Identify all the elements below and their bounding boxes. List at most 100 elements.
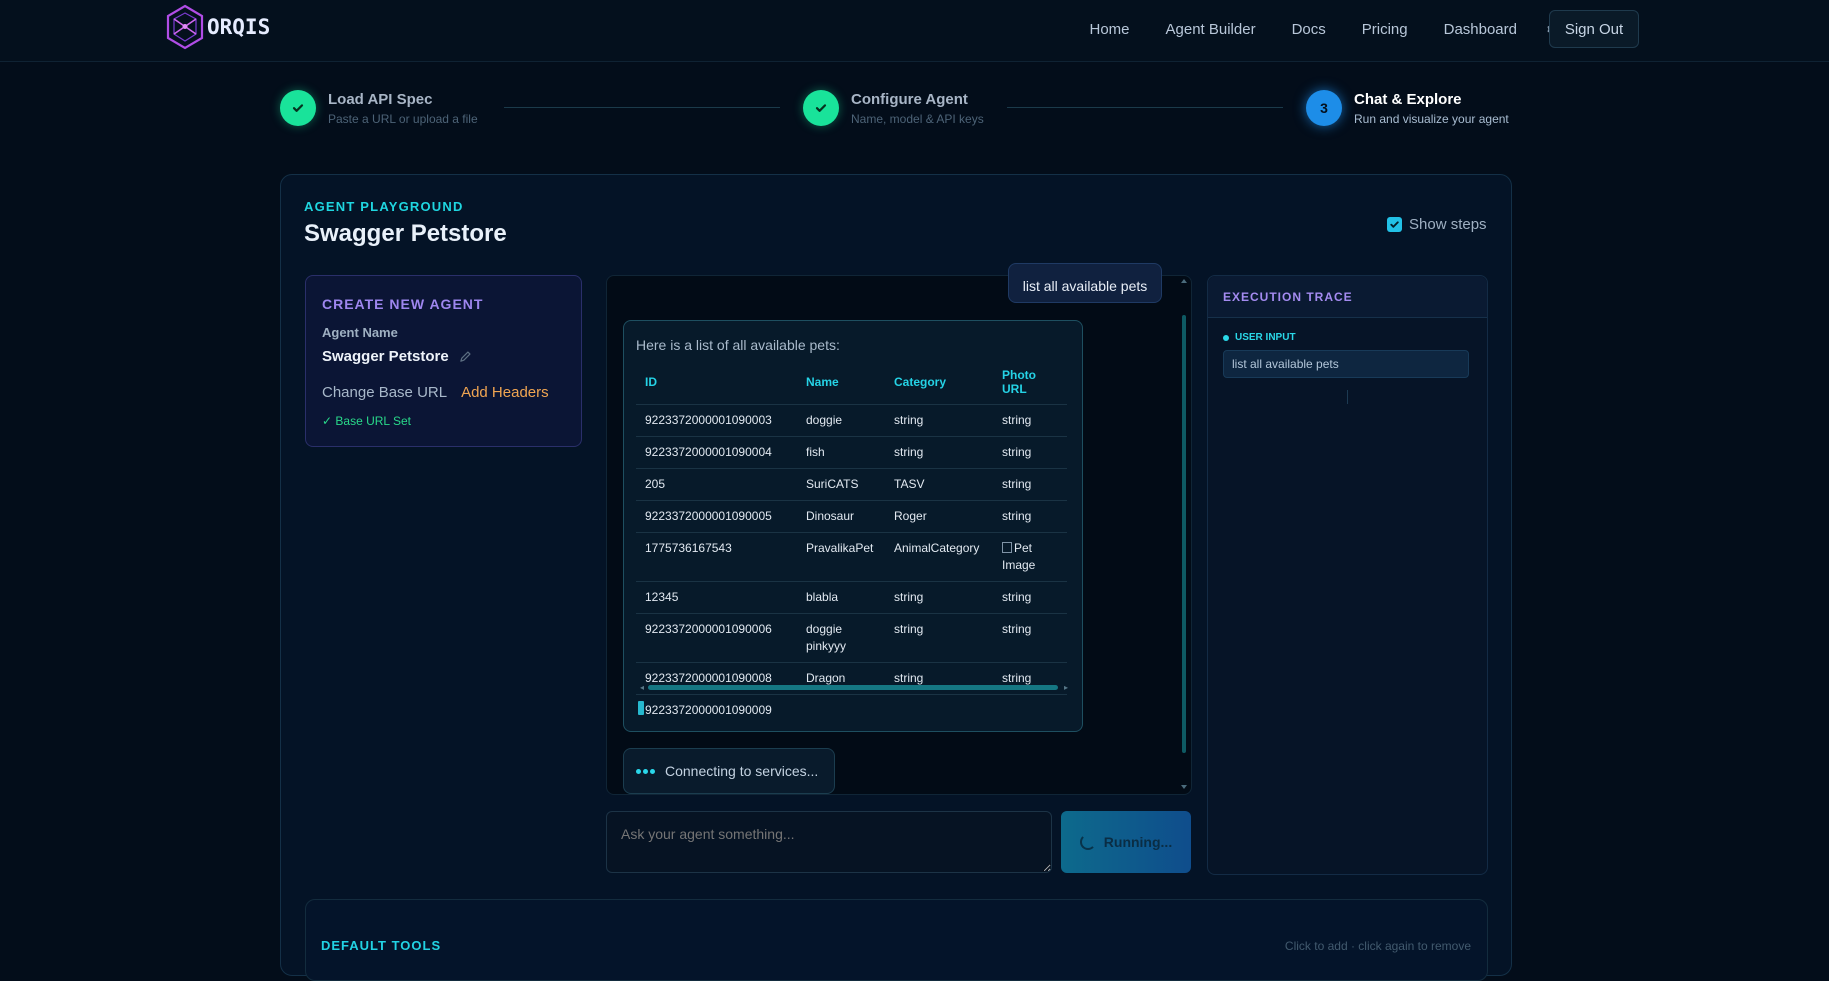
sign-out-button[interactable]: Sign Out	[1549, 10, 1639, 48]
bullet-dot-icon	[1223, 334, 1229, 341]
broken-image-icon	[1002, 542, 1012, 553]
chat-input[interactable]	[606, 811, 1052, 873]
top-navbar: ORQIS Home Agent Builder Docs Pricing Da…	[0, 0, 1829, 62]
cell-name: PravalikaPet	[797, 532, 885, 582]
cell-name: SuriCATS	[797, 468, 885, 501]
nav-pricing[interactable]: Pricing	[1362, 21, 1408, 38]
nav-dashboard[interactable]: Dashboard	[1444, 21, 1517, 38]
create-agent-card: CREATE NEW AGENT Agent Name Swagger Pets…	[305, 275, 582, 447]
cell-category: string	[885, 436, 993, 469]
cell-id: 9223372000001090005	[636, 500, 797, 533]
cell-category	[885, 694, 993, 726]
default-tools-heading: DEFAULT TOOLS	[321, 938, 442, 953]
step-chat-explore: 3 Chat & Explore Run and visualize your …	[1306, 90, 1509, 126]
nav-docs[interactable]: Docs	[1292, 21, 1326, 38]
run-button-label: Running...	[1103, 834, 1173, 850]
column-header-photo-url: Photo URL	[1002, 368, 1036, 396]
step-subtitle: Paste a URL or upload a file	[328, 112, 478, 126]
cell-id: 205	[636, 468, 797, 501]
step-title: Configure Agent	[851, 91, 968, 108]
table-row: 9223372000001090006 doggie pinkyyy strin…	[636, 613, 1067, 663]
cell-photo-url: string	[993, 500, 1067, 533]
change-base-url-link[interactable]: Change Base URL	[322, 384, 447, 401]
step-configure-agent: Configure Agent Name, model & API keys	[803, 90, 984, 126]
user-input-value: list all available pets	[1223, 350, 1469, 378]
agent-name-label: Agent Name	[322, 325, 398, 340]
default-tools-panel: DEFAULT TOOLS Click to add · click again…	[305, 899, 1488, 981]
cell-category: TASV	[885, 468, 993, 501]
cell-name: blabla	[797, 581, 885, 614]
step-number-badge: 3	[1306, 90, 1342, 126]
cell-photo-url: Pet Image	[993, 532, 1067, 582]
cell-category: string	[885, 613, 993, 663]
cell-id: 9223372000001090003	[636, 404, 797, 437]
orqis-logo-icon	[166, 4, 204, 50]
show-steps-toggle[interactable]: Show steps	[1387, 216, 1487, 233]
cell-id: 9223372000001090009	[636, 694, 797, 726]
step-subtitle: Name, model & API keys	[851, 112, 984, 126]
run-button[interactable]: Running...	[1061, 811, 1191, 873]
cell-name: fish	[797, 436, 885, 469]
table-row: 1775736167543 PravalikaPet AnimalCategor…	[636, 532, 1067, 582]
column-header-id: ID	[645, 375, 657, 389]
cell-name: Dinosaur	[797, 500, 885, 533]
nav-agent-builder[interactable]: Agent Builder	[1166, 21, 1256, 38]
user-input-label-text: USER INPUT	[1235, 332, 1296, 343]
table-row: 205 SuriCATS TASV string	[636, 468, 1067, 501]
step-title: Load API Spec	[328, 91, 433, 108]
add-headers-link[interactable]: Add Headers	[461, 384, 549, 401]
cell-category: string	[885, 404, 993, 437]
show-steps-checkbox[interactable]	[1387, 217, 1402, 232]
cell-photo-url: string	[993, 581, 1067, 614]
execution-trace-panel: EXECUTION TRACE USER INPUT list all avai…	[1207, 275, 1488, 875]
table-row: 9223372000001090009	[636, 694, 1067, 726]
cell-name: doggie pinkyyy	[797, 613, 885, 663]
scroll-left-arrow-icon[interactable]: ◂	[640, 683, 644, 692]
brand-logo[interactable]: ORQIS	[165, 4, 270, 50]
chat-scrollbar[interactable]	[1182, 315, 1186, 753]
base-url-status: ✓ Base URL Set	[322, 414, 411, 428]
user-message-bubble: list all available pets	[1008, 263, 1162, 303]
show-steps-label: Show steps	[1409, 216, 1487, 233]
status-indicator: Connecting to services...	[623, 748, 835, 794]
playground-eyebrow: AGENT PLAYGROUND	[304, 199, 464, 214]
agent-name-text: Swagger Petstore	[322, 348, 449, 365]
cell-photo-url: string	[993, 468, 1067, 501]
cell-photo-url: string	[993, 613, 1067, 663]
typing-dots-icon	[636, 768, 657, 774]
cell-photo-url: string	[993, 404, 1067, 437]
default-tools-hint: Click to add · click again to remove	[1284, 939, 1471, 953]
column-header-category: Category	[894, 375, 947, 389]
assistant-message: Here is a list of all available pets: ID…	[623, 320, 1083, 732]
cell-name: doggie	[797, 404, 885, 437]
cell-id: 9223372000001090006	[636, 613, 797, 663]
edit-pencil-icon[interactable]	[459, 350, 472, 363]
check-icon	[815, 104, 827, 112]
agent-actions: Change Base URL Add Headers	[322, 384, 549, 401]
scroll-right-arrow-icon[interactable]: ▸	[1064, 683, 1068, 692]
table-row: 9223372000001090004 fish string string	[636, 436, 1067, 469]
table-row: 9223372000001090005 Dinosaur Roger strin…	[636, 500, 1067, 533]
step-subtitle: Run and visualize your agent	[1354, 112, 1509, 126]
scrollbar-thumb[interactable]	[648, 685, 1058, 690]
execution-trace-header: EXECUTION TRACE	[1208, 276, 1487, 318]
step-title: Chat & Explore	[1354, 91, 1462, 108]
scroll-down-arrow-icon[interactable]	[1180, 784, 1188, 790]
table-header-row: ID Name Category Photo URL	[636, 368, 1067, 405]
scroll-up-arrow-icon[interactable]	[1180, 278, 1188, 284]
step-complete-badge	[280, 90, 316, 126]
cell-category: string	[885, 581, 993, 614]
main-nav: Home Agent Builder Docs Pricing Dashboar…	[1053, 0, 1563, 58]
step-complete-badge	[803, 90, 839, 126]
step-load-api-spec: Load API Spec Paste a URL or upload a fi…	[280, 90, 478, 126]
column-header-name: Name	[806, 375, 839, 389]
table-row: 9223372000001090003 doggie string string	[636, 404, 1067, 437]
cell-photo-url: string	[993, 436, 1067, 469]
step-connector	[1007, 107, 1283, 108]
nav-home[interactable]: Home	[1089, 21, 1129, 38]
user-input-label: USER INPUT	[1223, 332, 1296, 343]
agent-name-value: Swagger Petstore	[322, 348, 472, 365]
table-horizontal-scrollbar[interactable]: ◂ ▸	[640, 683, 1068, 692]
spinner-icon	[1079, 834, 1096, 850]
assistant-intro-text: Here is a list of all available pets:	[636, 337, 840, 353]
